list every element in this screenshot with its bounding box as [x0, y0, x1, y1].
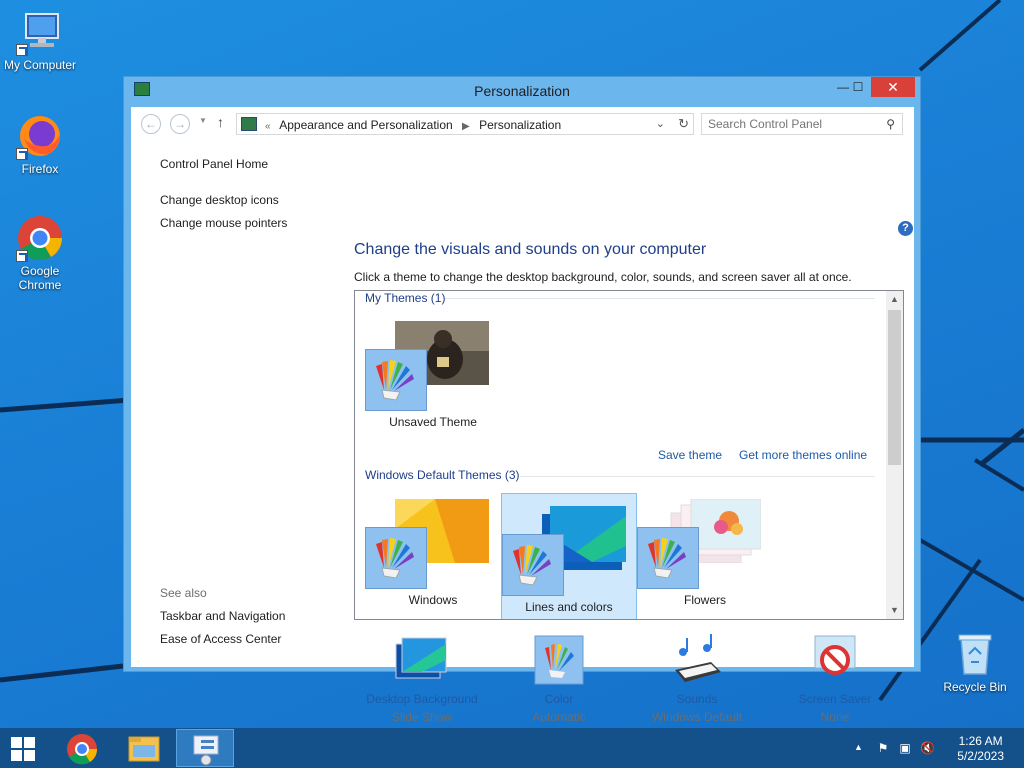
help-icon[interactable]: ? — [898, 221, 913, 236]
theme-windows[interactable]: Windows — [365, 487, 501, 615]
theme-flowers[interactable]: Flowers — [637, 487, 773, 615]
get-more-themes-link[interactable]: Get more themes online — [739, 448, 867, 462]
chrome-icon — [16, 214, 64, 262]
window-client-area: ← → ▼ ↑ « Appearance and Personalization… — [131, 107, 914, 724]
desktop-icon-chrome[interactable]: Google Chrome — [0, 214, 80, 292]
save-theme-link[interactable]: Save theme — [658, 448, 722, 462]
network-icon[interactable]: ▣ — [898, 741, 912, 755]
clock-date: 5/2/2023 — [957, 749, 1004, 763]
theme-name: Unsaved Theme — [389, 415, 477, 429]
back-button[interactable]: ← — [141, 114, 161, 134]
computer-icon — [16, 8, 64, 56]
maximize-button[interactable]: ☐ — [844, 77, 872, 97]
desktop-icon-my-computer[interactable]: My Computer — [0, 8, 80, 72]
desktop-background-option[interactable]: Desktop Background Slide Show — [357, 634, 487, 724]
theme-name: Flowers — [683, 593, 726, 607]
color-icon — [529, 634, 589, 686]
desktop-icon-label: My Computer — [3, 58, 77, 72]
group-divider — [520, 476, 875, 477]
default-themes-group-label: Windows Default Themes (3) — [365, 468, 520, 482]
desktop-icon-firefox[interactable]: Firefox — [0, 112, 80, 176]
screen-saver-icon — [805, 634, 865, 686]
theme-name: Windows — [408, 593, 458, 607]
option-label: Desktop Background — [366, 692, 478, 706]
change-desktop-icons-link[interactable]: Change desktop icons — [160, 193, 279, 207]
taskbar-clock[interactable]: 1:26 AM 5/2/2023 — [957, 734, 1004, 764]
my-themes-group-label: My Themes (1) — [365, 291, 446, 305]
desktop-icon-label: Recycle Bin — [943, 680, 1007, 694]
chrome-icon — [67, 734, 98, 765]
start-button[interactable] — [0, 728, 48, 768]
color-option[interactable]: Color Automatic — [494, 634, 624, 724]
show-hidden-icons-icon[interactable]: ▲ — [854, 742, 863, 752]
taskbar-navigation-link[interactable]: Taskbar and Navigation — [160, 609, 285, 623]
desktop-icon-recycle-bin[interactable]: Recycle Bin — [935, 630, 1015, 694]
group-divider — [445, 298, 875, 299]
color-palette-icon — [365, 349, 427, 411]
clock-time: 1:26 AM — [958, 734, 1003, 748]
option-value: Windows Default — [651, 710, 743, 724]
desktop-background-icon — [392, 634, 452, 686]
theme-unsaved[interactable]: Unsaved Theme — [365, 309, 501, 437]
sounds-icon — [667, 634, 727, 686]
color-palette-icon — [637, 527, 699, 589]
theme-lines-and-colors[interactable]: Lines and colors — [501, 493, 637, 619]
taskbar-chrome-button[interactable] — [53, 729, 111, 767]
option-value: Automatic — [532, 710, 586, 724]
search-icon[interactable]: ⚲ — [886, 117, 895, 131]
system-tray: ▲ ⚑ ▣ 🔇 1:26 AM 5/2/2023 — [834, 728, 1024, 768]
themes-list: My Themes (1) Unsaved Theme Save theme G… — [354, 290, 904, 620]
control-panel-home-link[interactable]: Control Panel Home — [160, 157, 268, 171]
desktop-icon-label: Google Chrome — [18, 264, 62, 292]
close-button[interactable]: ✕ — [871, 77, 915, 97]
address-dropdown-icon[interactable]: ⌄ — [656, 117, 665, 130]
page-description: Click a theme to change the desktop back… — [354, 270, 852, 284]
change-mouse-pointers-link[interactable]: Change mouse pointers — [160, 216, 287, 230]
search-input[interactable] — [708, 115, 878, 133]
theme-name: Lines and colors — [525, 600, 613, 614]
scroll-down-icon[interactable]: ▼ — [886, 602, 903, 619]
desktop-icon-label: Firefox — [21, 162, 59, 176]
screen-saver-option[interactable]: Screen Saver None — [770, 634, 900, 724]
windows-logo-icon — [11, 737, 22, 748]
title-bar[interactable]: Personalization — ☐ ✕ — [124, 77, 920, 103]
refresh-icon[interactable]: ↻ — [678, 116, 689, 132]
personalization-window: Personalization — ☐ ✕ ← → ▼ ↑ « Appearan… — [123, 76, 921, 724]
search-box[interactable]: ⚲ — [701, 113, 903, 135]
taskbar-file-explorer-button[interactable] — [114, 729, 172, 767]
ease-of-access-link[interactable]: Ease of Access Center — [160, 632, 281, 646]
scrollbar-thumb[interactable] — [888, 310, 901, 465]
taskbar: ▲ ⚑ ▣ 🔇 1:26 AM 5/2/2023 — [0, 728, 1024, 768]
page-title: Change the visuals and sounds on your co… — [354, 241, 707, 258]
themes-scrollbar[interactable]: ▲ ▼ — [886, 291, 903, 619]
window-title: Personalization — [474, 83, 570, 99]
left-pane: Control Panel Home Change desktop icons … — [160, 107, 340, 667]
recycle-bin-icon — [951, 630, 999, 678]
option-label: Sounds — [676, 692, 718, 706]
folder-icon — [128, 736, 160, 762]
volume-muted-icon[interactable]: 🔇 — [920, 741, 935, 755]
scroll-up-icon[interactable]: ▲ — [886, 291, 903, 308]
control-panel-icon — [193, 735, 219, 766]
breadcrumb-separator-icon[interactable]: ▶ — [462, 121, 470, 132]
firefox-icon — [16, 112, 64, 160]
taskbar-control-panel-button[interactable] — [176, 729, 234, 767]
color-palette-icon — [365, 527, 427, 589]
breadcrumb-personalization[interactable]: Personalization — [479, 118, 561, 132]
option-label: Color — [544, 692, 574, 706]
sounds-option[interactable]: Sounds Windows Default — [632, 634, 762, 724]
option-value: Slide Show — [391, 710, 453, 724]
option-label: Screen Saver — [798, 692, 872, 706]
color-palette-icon — [502, 534, 564, 596]
option-value: None — [820, 710, 850, 724]
see-also-label: See also — [160, 586, 207, 600]
action-center-flag-icon[interactable]: ⚑ — [876, 741, 890, 755]
